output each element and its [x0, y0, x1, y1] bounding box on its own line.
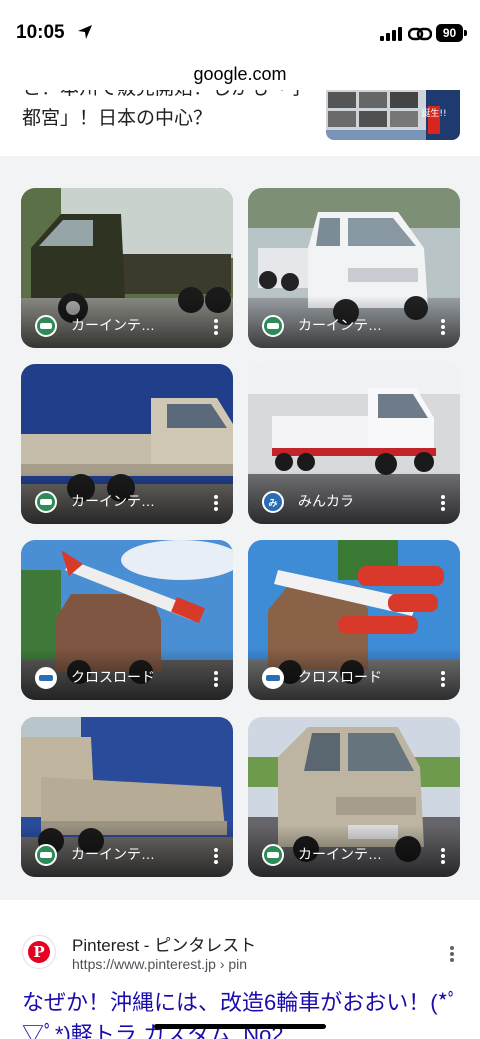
- favicon-icon: [35, 667, 57, 689]
- status-time: 10:05: [16, 22, 65, 43]
- status-bar: 10:05 90: [0, 0, 480, 60]
- link-icon: [408, 27, 432, 41]
- image-card[interactable]: クロスロード: [21, 540, 233, 700]
- previous-search-result[interactable]: と！本州で販売開始！しかも「宇都宮」！日本の中心？ 誕生!!: [0, 90, 480, 156]
- image-card[interactable]: カーインテ…: [21, 364, 233, 524]
- image-source-label: カーインテ…: [298, 317, 382, 333]
- more-options-icon[interactable]: [438, 847, 448, 865]
- image-source-label: クロスロード: [71, 669, 155, 685]
- favicon-icon: [262, 667, 284, 689]
- favicon-icon: み: [262, 491, 284, 513]
- image-source-label: カーインテ…: [71, 493, 155, 509]
- address-bar[interactable]: google.com: [0, 60, 480, 90]
- more-options-icon[interactable]: [211, 847, 221, 865]
- favicon-icon: [35, 315, 57, 337]
- more-options-icon[interactable]: [211, 318, 221, 336]
- previous-result-thumbnail[interactable]: 誕生!!: [326, 90, 460, 140]
- favicon-icon: [35, 491, 57, 513]
- more-options-icon[interactable]: [211, 670, 221, 688]
- more-options-icon[interactable]: [438, 494, 448, 512]
- search-result-pinterest[interactable]: P Pinterest - ピンタレスト https://www.pintere…: [0, 909, 480, 1039]
- image-card[interactable]: み みんカラ: [248, 364, 460, 524]
- image-card[interactable]: カーインテ…: [248, 188, 460, 348]
- more-options-icon[interactable]: [211, 494, 221, 512]
- battery-tip: [464, 30, 467, 36]
- more-options-icon[interactable]: [438, 318, 448, 336]
- pinterest-logo-icon: P: [22, 935, 56, 969]
- favicon-icon: [262, 844, 284, 866]
- image-card[interactable]: カーインテ…: [248, 717, 460, 877]
- image-source-label: カーインテ…: [71, 317, 155, 333]
- previous-result-snippet: と！本州で販売開始！しかも「宇都宮」！日本の中心？: [22, 90, 307, 129]
- result-more-options-icon[interactable]: [448, 945, 456, 965]
- result-site-name: Pinterest - ピンタレスト: [72, 936, 257, 955]
- thumb-badge: 誕生!!: [421, 107, 446, 119]
- result-url: https://www.pinterest.jp › pin: [72, 956, 248, 972]
- result-title-link[interactable]: なぜか！沖縄には、改造6輪車がおおい！(*ﾟ▽ﾟ*)軽トラ カスタム, No2: [22, 987, 472, 1039]
- image-card[interactable]: カーインテ…: [21, 717, 233, 877]
- cellular-signal-icon: [380, 27, 402, 41]
- more-options-icon[interactable]: [438, 670, 448, 688]
- section-divider: [0, 156, 480, 165]
- image-results-grid: カーインテ… カーインテ… カーインテ… み みんカラ クロスロード クロスロー…: [0, 165, 480, 900]
- location-arrow-icon: [78, 25, 92, 39]
- image-source-label: みんカラ: [298, 493, 354, 509]
- image-card[interactable]: クロスロード: [248, 540, 460, 700]
- favicon-icon: [35, 844, 57, 866]
- favicon-icon: [262, 315, 284, 337]
- image-source-label: カーインテ…: [71, 846, 155, 862]
- home-indicator: [154, 1024, 326, 1029]
- battery-indicator: 90: [436, 24, 463, 42]
- image-source-label: カーインテ…: [298, 846, 382, 862]
- image-card[interactable]: カーインテ…: [21, 188, 233, 348]
- image-source-label: クロスロード: [298, 669, 382, 685]
